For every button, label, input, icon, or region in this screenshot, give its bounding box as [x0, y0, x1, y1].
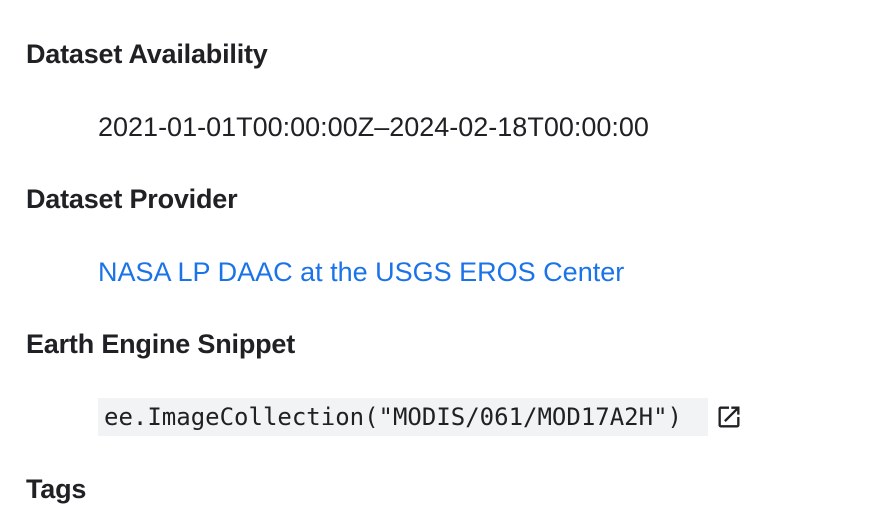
tags-heading: Tags: [26, 474, 87, 504]
dataset-availability-heading: Dataset Availability: [26, 39, 268, 69]
dataset-provider-value: NASA LP DAAC at the USGS EROS Center: [98, 255, 624, 289]
earth-engine-snippet-code[interactable]: ee.ImageCollection("MODIS/061/MOD17A2H"): [98, 398, 708, 436]
open-in-new-icon[interactable]: [714, 402, 744, 432]
earth-engine-snippet-heading: Earth Engine Snippet: [26, 329, 296, 359]
dataset-availability-value: 2021-01-01T00:00:00Z–2024-02-18T00:00:00: [98, 112, 649, 142]
dataset-provider-heading: Dataset Provider: [26, 184, 238, 214]
dataset-provider-link[interactable]: NASA LP DAAC at the USGS EROS Center: [98, 257, 624, 287]
earth-engine-snippet-row: ee.ImageCollection("MODIS/061/MOD17A2H"): [98, 398, 744, 436]
